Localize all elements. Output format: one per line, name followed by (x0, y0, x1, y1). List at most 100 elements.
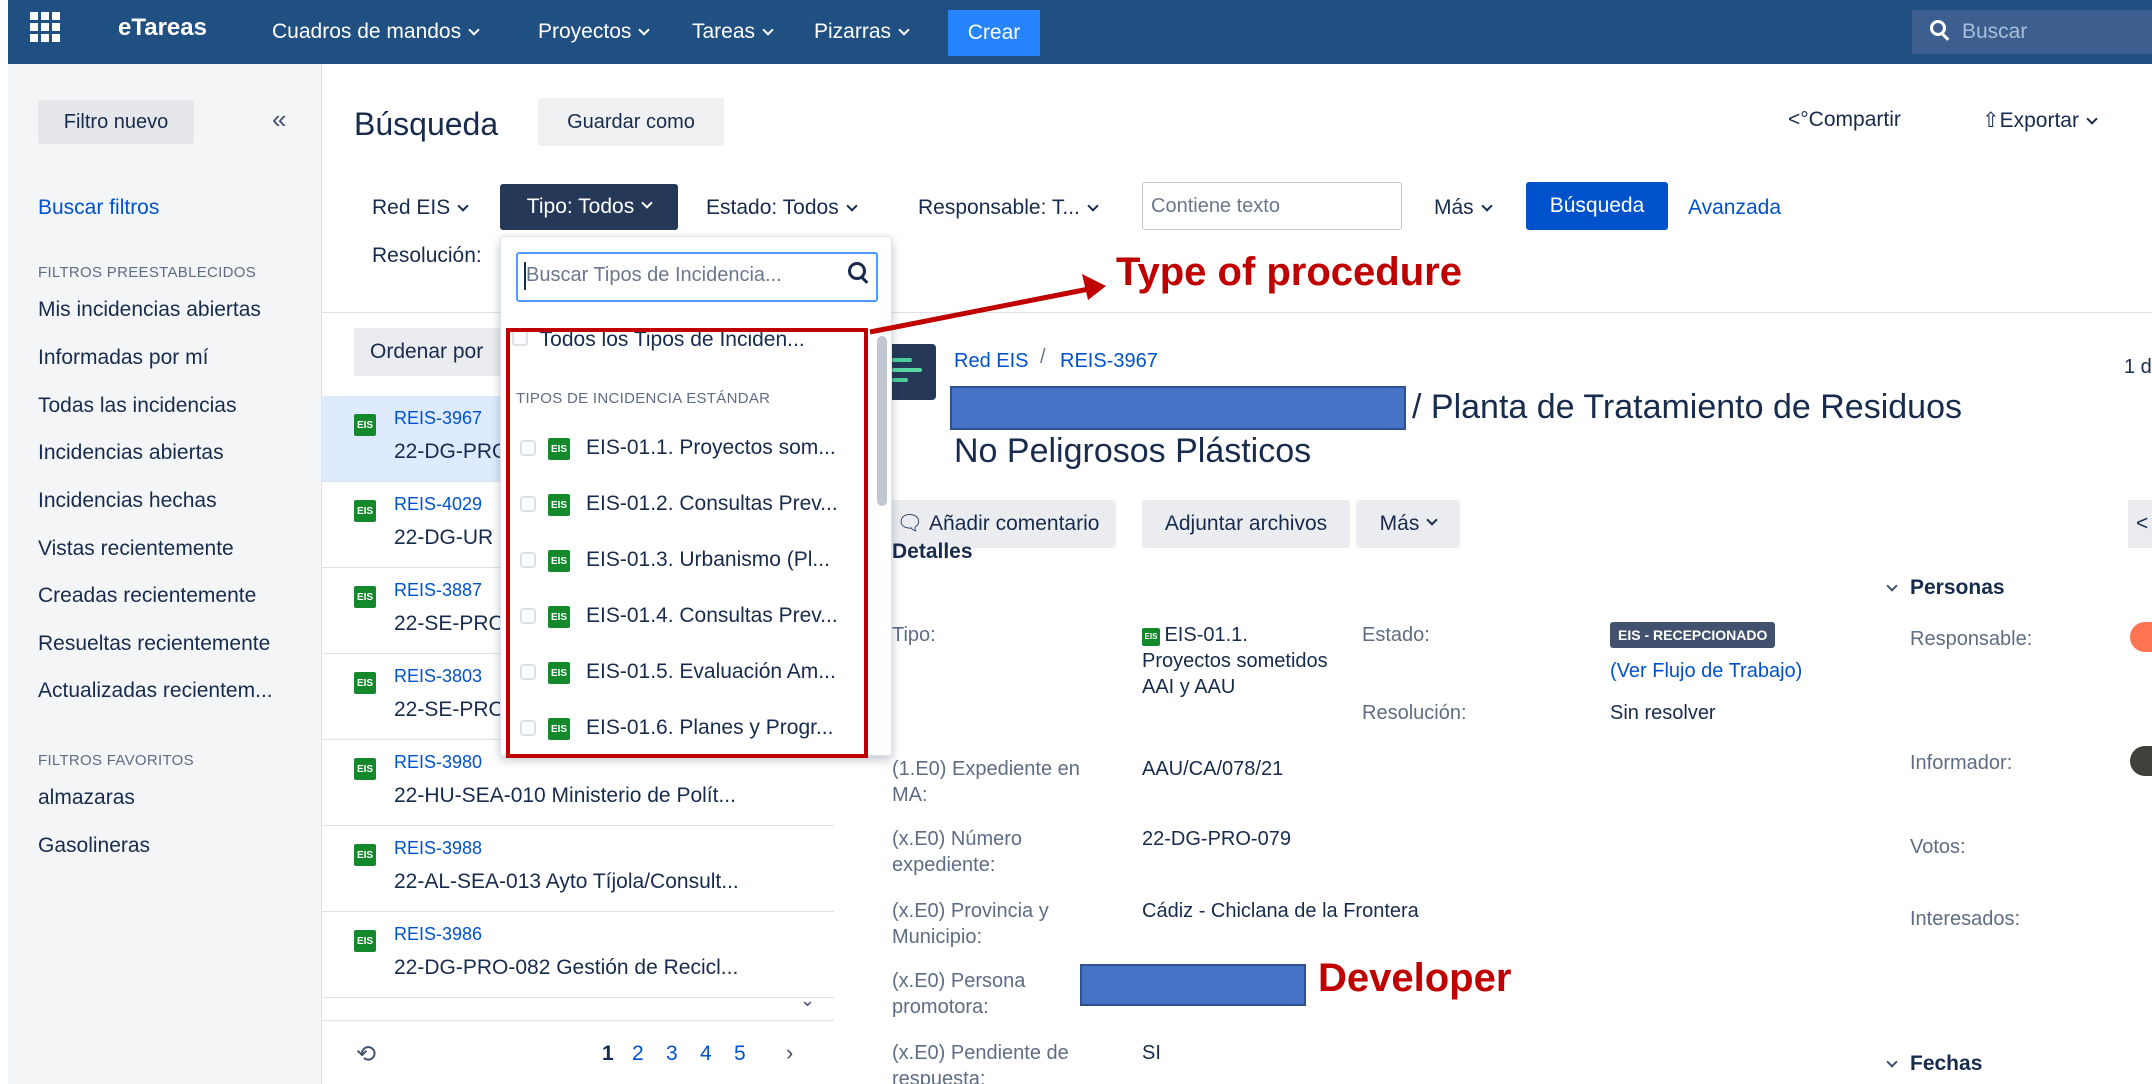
issue-key: REIS-3986 (394, 924, 483, 944)
app-logo[interactable]: eTareas (118, 14, 207, 42)
field-label: (x.E0) Provincia y Municipio: (892, 900, 1049, 948)
search-filters-link[interactable]: Buscar filtros (38, 196, 159, 220)
issue-summary: 22-DG-PRO (394, 440, 509, 463)
sidebar-item-open-issues[interactable]: Incidencias abiertas (38, 441, 224, 465)
chevron-down-icon (1087, 200, 1099, 212)
reporter-label: Informador: (1910, 752, 2013, 774)
issue-type-icon: EIS (354, 672, 376, 694)
page-1[interactable]: 1 (602, 1042, 614, 1066)
nav-projects[interactable]: Proyectos (538, 20, 651, 44)
page-3[interactable]: 3 (666, 1042, 678, 1066)
page-4[interactable]: 4 (700, 1042, 712, 1066)
share-icon: <° (1788, 108, 1809, 131)
save-as-button[interactable]: Guardar como (538, 98, 724, 146)
next-page-icon[interactable]: › (786, 1040, 793, 1066)
sidebar-item-all-issues[interactable]: Todas las incidencias (38, 394, 236, 418)
new-filter-button[interactable]: Filtro nuevo (38, 100, 194, 144)
chevron-down-icon (641, 197, 653, 209)
chevron-down-icon (898, 24, 910, 36)
attach-files-button[interactable]: Adjuntar archivos (1142, 500, 1350, 548)
side-action-button[interactable]: < (2128, 500, 2152, 548)
issue-summary: 22-HU-SEA-010 Ministerio de Polít... (394, 784, 736, 807)
issue-summary: 22-AL-SEA-013 Ayto Tíjola/Consult... (394, 870, 739, 893)
resolution-label: Resolución: (1362, 702, 1467, 724)
text-search-input[interactable]: Contiene texto (1142, 182, 1402, 230)
field-value: Cádiz - Chiclana de la Frontera (1142, 900, 1419, 922)
issue-key: REIS-4029 (394, 494, 483, 514)
issue-type-search-placeholder: Buscar Tipos de Incidencia... (526, 264, 782, 286)
assignee-avatar[interactable] (2130, 622, 2152, 652)
view-workflow-link[interactable]: (Ver Flujo de Trabajo) (1610, 660, 1802, 683)
list-item[interactable]: EIS REIS-3988 22-AL-SEA-013 Ayto Tíjola/… (322, 826, 834, 912)
field-value: SI (1142, 1042, 1161, 1064)
issue-type-icon: EIS (354, 844, 376, 866)
page-title: Búsqueda (354, 106, 499, 142)
comment-icon: 🗨 (896, 512, 930, 535)
resolution-filter[interactable]: Resolución: (372, 244, 482, 268)
list-scroll-down-icon[interactable]: ⌄ (800, 990, 815, 1011)
annotation-type-of-procedure: Type of procedure (1116, 250, 1462, 294)
issue-type-icon: EIS (354, 930, 376, 952)
share-button[interactable]: <° Compartir (1788, 108, 1901, 132)
search-button[interactable]: Búsqueda (1526, 182, 1668, 230)
sidebar-item-recently-created[interactable]: Creadas recientemente (38, 584, 256, 608)
highlight-box (506, 328, 868, 758)
status-badge[interactable]: EIS - RECEPCIONADO (1610, 622, 1776, 648)
assignee-filter[interactable]: Responsable: T... (918, 196, 1099, 220)
redacted-developer-block (1080, 964, 1306, 1006)
annotation-developer: Developer (1318, 956, 1512, 1000)
sidebar-item-gasolineras[interactable]: Gasolineras (38, 834, 150, 858)
breadcrumb-project[interactable]: Red EIS (954, 350, 1028, 373)
issue-summary: 22-DG-UR (394, 526, 494, 549)
project-filter[interactable]: Red EIS (372, 196, 469, 220)
list-item[interactable]: EIS REIS-3986 22-DG-PRO-082 Gestión de R… (322, 912, 834, 998)
field-value: 22-DG-PRO-079 (1142, 828, 1291, 850)
issue-title-line-2: No Peligrosos Plásticos (954, 432, 1312, 470)
page-5[interactable]: 5 (734, 1042, 746, 1066)
dates-heading[interactable]: Fechas (1886, 1052, 1982, 1076)
page-2[interactable]: 2 (632, 1042, 644, 1066)
app-switcher-icon[interactable] (30, 12, 60, 42)
issue-type-icon: EIS (354, 500, 376, 522)
issue-key: REIS-3988 (394, 838, 483, 858)
issue-key: REIS-3803 (394, 666, 483, 686)
breadcrumb-issue-key[interactable]: REIS-3967 (1060, 350, 1158, 373)
chevron-down-icon (1481, 200, 1493, 212)
field-label: (1.E0) Expediente en MA: (892, 758, 1080, 806)
nav-dashboards[interactable]: Cuadros de mandos (272, 20, 480, 44)
sidebar-item-recently-viewed[interactable]: Vistas recientemente (38, 537, 234, 561)
type-label: Tipo: (892, 624, 936, 646)
global-search-input[interactable] (1912, 10, 2152, 54)
more-filters-button[interactable]: Más (1434, 196, 1493, 220)
refresh-icon[interactable]: ⟲ (356, 1040, 376, 1069)
chevron-down-icon (762, 24, 774, 36)
sidebar-item-recently-resolved[interactable]: Resueltas recientemente (38, 632, 270, 656)
issue-key: REIS-3887 (394, 580, 483, 600)
export-button[interactable]: ⇧ Exportar (1982, 108, 2098, 133)
advanced-search-link[interactable]: Avanzada (1688, 196, 1781, 220)
sidebar-item-recently-updated[interactable]: Actualizadas recientem... (38, 679, 273, 703)
votes-label: Votos: (1910, 836, 1966, 858)
chevron-down-icon (2086, 113, 2098, 125)
status-label: Estado: (1362, 624, 1430, 646)
issue-key: REIS-3980 (394, 752, 483, 772)
chevron-down-icon (468, 24, 480, 36)
dropdown-scrollbar-thumb[interactable] (877, 336, 887, 506)
reporter-avatar[interactable] (2130, 746, 2152, 776)
issue-key: REIS-3967 (394, 408, 483, 428)
sidebar-item-almazaras[interactable]: almazaras (38, 786, 135, 810)
nav-tasks[interactable]: Tareas (692, 20, 774, 44)
type-filter-button[interactable]: Tipo: Todos (500, 184, 678, 230)
status-filter[interactable]: Estado: Todos (706, 196, 858, 220)
result-count: 1 d (2124, 356, 2152, 378)
sidebar-item-done-issues[interactable]: Incidencias hechas (38, 489, 217, 513)
people-heading[interactable]: Personas (1886, 576, 2005, 600)
sidebar-item-reported-by-me[interactable]: Informadas por mí (38, 346, 208, 370)
field-label: (x.E0) Pendiente de respuesta: (892, 1042, 1069, 1084)
nav-boards[interactable]: Pizarras (814, 20, 910, 44)
more-actions-button[interactable]: Más (1356, 500, 1460, 548)
sidebar-item-my-open[interactable]: Mis incidencias abiertas (38, 298, 261, 322)
create-button[interactable]: Crear (948, 10, 1040, 56)
collapse-sidebar-icon[interactable]: « (272, 104, 286, 135)
global-search-placeholder: Buscar (1962, 20, 2028, 43)
